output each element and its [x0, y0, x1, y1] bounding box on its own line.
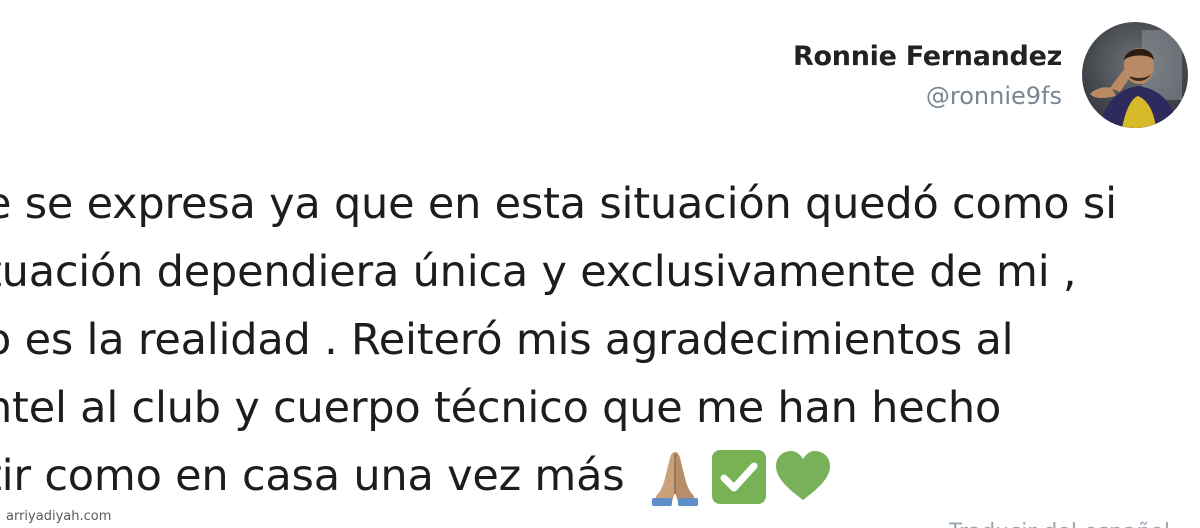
avatar[interactable] — [1082, 22, 1188, 128]
author-block: Ronnie Fernandez @ronnie9fs — [793, 41, 1062, 110]
tweet-text-line: tir como en casa una vez más — [0, 451, 625, 501]
check-mark-button-icon — [710, 448, 768, 506]
watermark: arriyadiyah.com — [6, 509, 112, 524]
tweet-text-line: ntel al club y cuerpo técnico que me han… — [0, 383, 1002, 433]
tweet-body: e se expresa ya que en esta situación qu… — [0, 170, 1200, 510]
tweet-text-line: o es la realidad . Reiteró mis agradecim… — [0, 315, 1014, 365]
tweet-text-line: tuación dependiera única y exclusivament… — [0, 247, 1077, 297]
green-heart-icon — [774, 448, 832, 506]
author-name[interactable]: Ronnie Fernandez — [793, 41, 1062, 72]
emoji-row — [646, 448, 832, 506]
tweet-text-line-last: tir como en casa una vez más — [0, 442, 1200, 510]
avatar-photo-icon — [1082, 22, 1188, 128]
folded-hands-icon — [646, 448, 704, 506]
translate-link[interactable]: Traducir del español — [949, 520, 1170, 528]
tweet-header: Ronnie Fernandez @ronnie9fs — [793, 20, 1188, 130]
tweet-text-line: e se expresa ya que en esta situación qu… — [0, 179, 1117, 229]
author-handle[interactable]: @ronnie9fs — [926, 82, 1062, 110]
